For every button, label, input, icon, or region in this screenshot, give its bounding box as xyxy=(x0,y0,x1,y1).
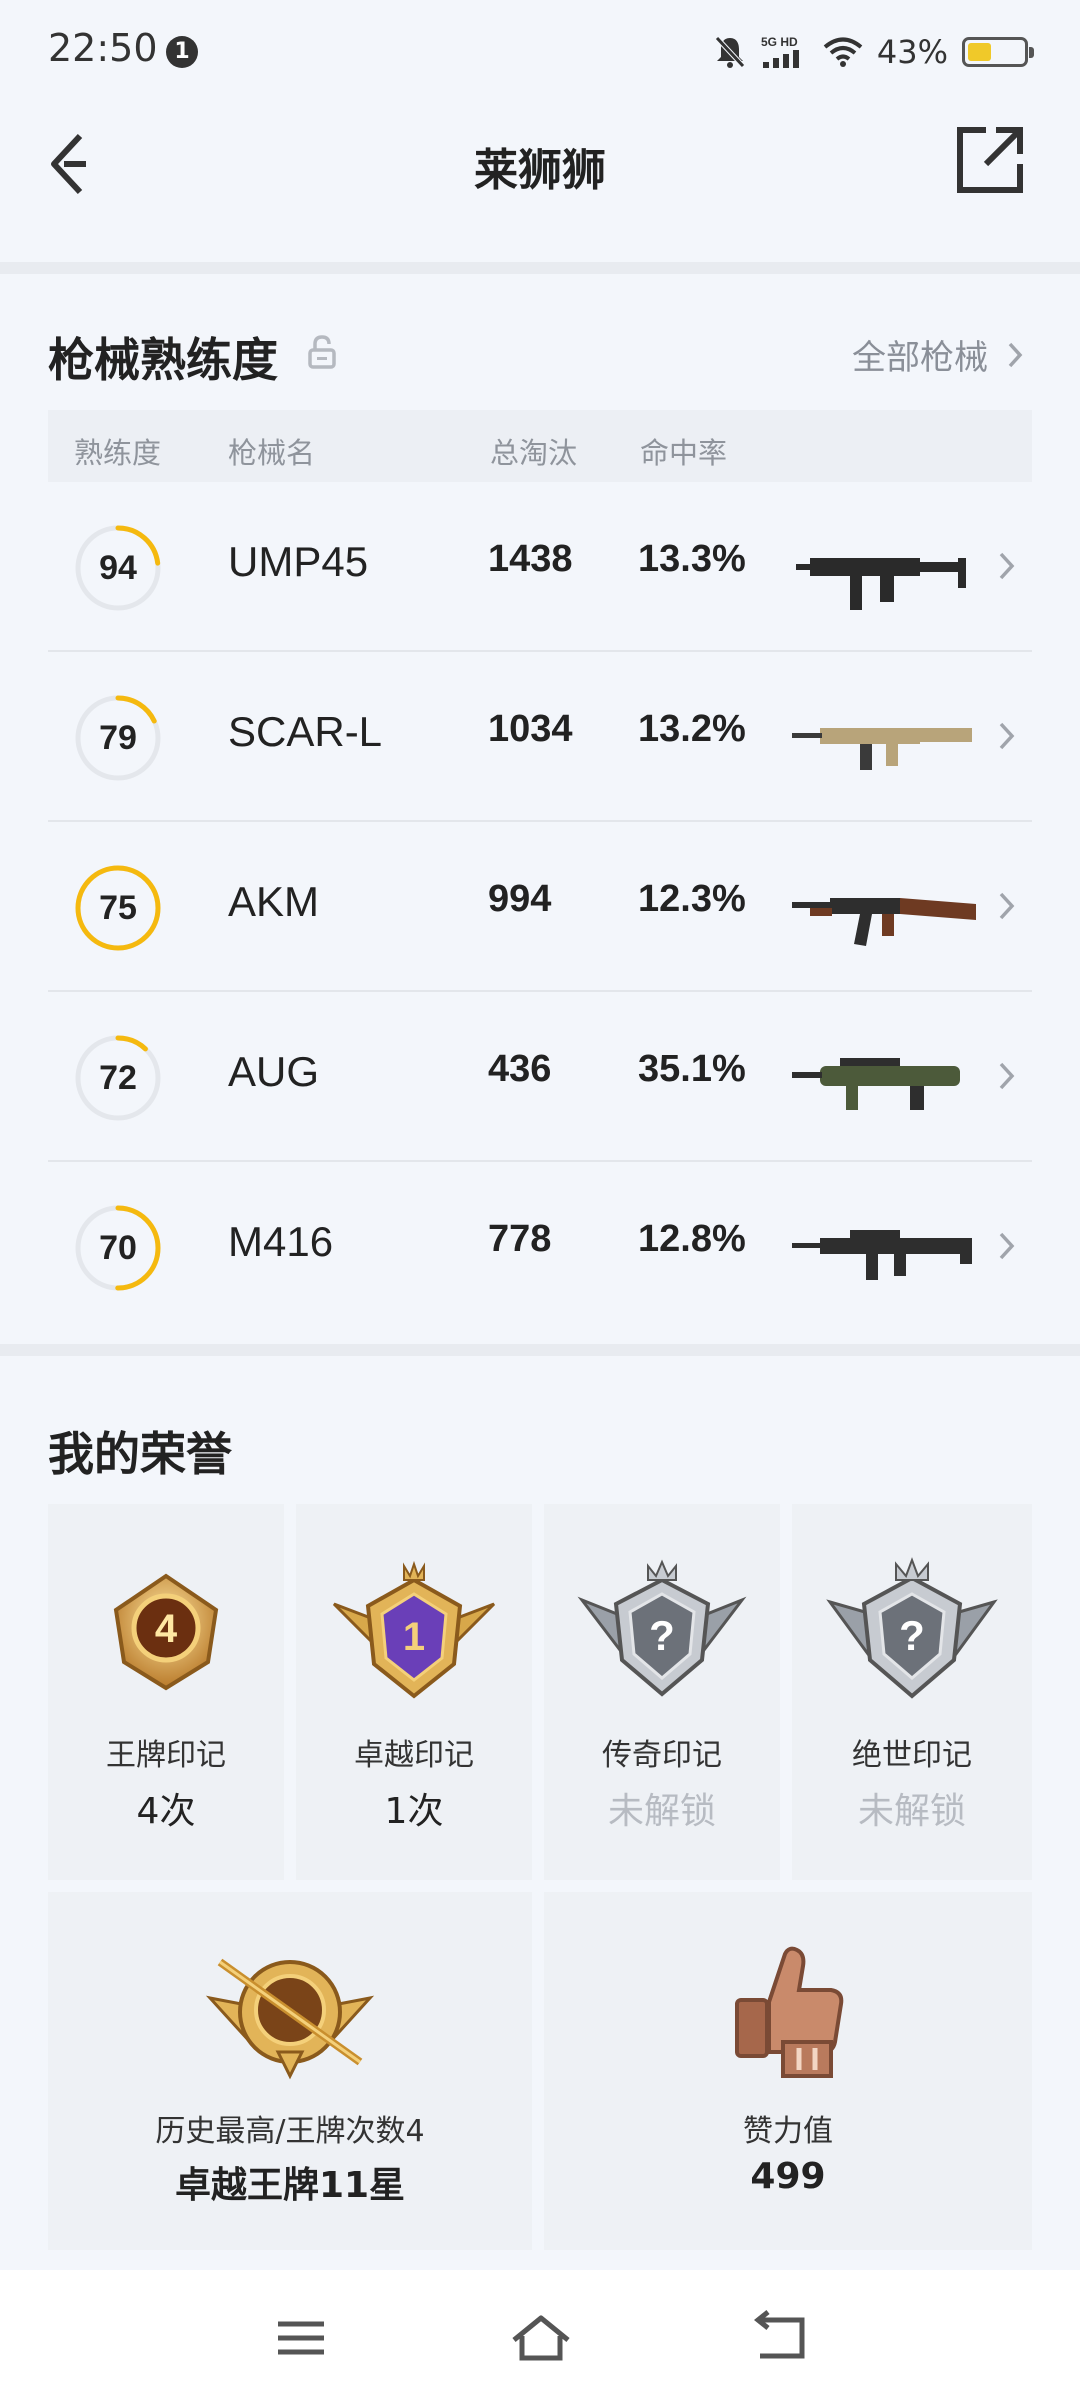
honor-card-elite[interactable]: 1 卓越印记 1次 xyxy=(296,1504,532,1880)
chevron-right-icon xyxy=(999,1062,1015,1090)
honor-value: 4次 xyxy=(136,1791,196,1832)
status-time: 22:50 xyxy=(48,26,158,70)
header: 莱狮狮 xyxy=(0,100,1080,260)
honor-name: 王牌印记 xyxy=(106,1738,226,1773)
akm-gun-icon xyxy=(792,898,976,946)
chevron-right-icon xyxy=(999,892,1015,920)
honor-card-effort[interactable]: 赞力值 499 xyxy=(544,1892,1032,2250)
thumbs-up-icon xyxy=(735,1946,844,2078)
supreme-badge-locked-icon: ? xyxy=(826,1557,998,1699)
status-bar: 22:50 1 5G HD 43% xyxy=(0,0,1080,100)
proficiency-value: 70 xyxy=(99,1229,137,1267)
weapon-row[interactable]: 75 AKM 994 12.3% xyxy=(48,822,1032,992)
weapon-total-kills: 994 xyxy=(488,878,552,920)
battery-percent: 43% xyxy=(876,33,948,71)
ace-badge-icon: 4 xyxy=(113,1573,219,1691)
honor-value: 未解锁 xyxy=(857,1791,966,1832)
weapon-total-kills: 778 xyxy=(488,1218,552,1260)
aug-gun-icon xyxy=(792,1058,960,1110)
weapon-total-kills: 436 xyxy=(488,1048,552,1090)
system-nav-bar xyxy=(0,2270,1080,2400)
weapon-hit-rate: 13.3% xyxy=(638,538,746,580)
ace-rank-crest-icon xyxy=(205,1958,375,2080)
section-title: 我的荣誉 xyxy=(48,1427,232,1481)
legend-badge-mark: ? xyxy=(649,1612,675,1659)
column-total-kills: 总淘汰 xyxy=(490,436,578,470)
ace-badge-number: 4 xyxy=(155,1607,178,1651)
proficiency-value: 94 xyxy=(99,549,137,587)
honor-value: 499 xyxy=(750,2156,826,2197)
weapon-hit-rate: 35.1% xyxy=(638,1048,746,1090)
notification-count-icon: 1 xyxy=(166,36,198,68)
section-divider xyxy=(0,1344,1080,1356)
elite-badge-number: 1 xyxy=(403,1615,425,1659)
page-title: 莱狮狮 xyxy=(474,145,606,196)
honor-card-history-best[interactable]: 历史最高/王牌次数4 卓越王牌11星 xyxy=(48,1892,532,2250)
weapon-name: UMP45 xyxy=(228,538,369,585)
weapon-row[interactable]: 70 M416 778 12.8% xyxy=(48,1162,1032,1332)
weapon-hit-rate: 12.8% xyxy=(638,1218,746,1260)
proficiency-value: 79 xyxy=(99,719,137,757)
weapon-proficiency-section: 枪械熟练度 全部枪械 熟练度 枪械名 总淘汰 命中率 94 UMP45 1438 13… xyxy=(0,274,1080,1344)
status-icons: 5G HD 43% xyxy=(713,28,1034,76)
column-weapon-name: 枪械名 xyxy=(228,436,316,470)
column-proficiency: 熟练度 xyxy=(74,436,162,470)
honor-name: 赞力值 xyxy=(743,2114,833,2149)
weapon-total-kills: 1034 xyxy=(488,708,573,750)
weapon-total-kills: 1438 xyxy=(488,538,573,580)
legend-badge-locked-icon: ? xyxy=(577,1559,747,1697)
network-label: 5G HD xyxy=(761,35,798,49)
chevron-right-icon xyxy=(999,552,1015,580)
table-header: 熟练度 枪械名 总淘汰 命中率 xyxy=(48,410,1032,482)
scar-l-gun-icon xyxy=(792,728,972,770)
signal-icon: 5G HD xyxy=(761,35,799,68)
proficiency-value: 72 xyxy=(99,1059,137,1097)
weapon-hit-rate: 12.3% xyxy=(638,878,746,920)
honor-card-ace[interactable]: 4 王牌印记 4次 xyxy=(48,1504,284,1880)
all-weapons-label: 全部枪械 xyxy=(852,338,988,378)
honor-section: 我的荣誉 4 王牌印记 4次 1 卓越印记 1次 ? 传奇印记 未解锁 ? 绝世… xyxy=(0,1356,1080,2270)
lock-icon[interactable] xyxy=(306,334,338,370)
section-title: 枪械熟练度 xyxy=(48,333,278,387)
honor-name: 传奇印记 xyxy=(602,1738,722,1773)
honor-card-legend[interactable]: ? 传奇印记 未解锁 xyxy=(544,1504,780,1880)
all-weapons-link[interactable]: 全部枪械 xyxy=(852,330,1024,379)
weapon-row[interactable]: 94 UMP45 1438 13.3% xyxy=(48,482,1032,652)
column-hit-rate: 命中率 xyxy=(640,436,728,470)
home-icon[interactable] xyxy=(506,2310,576,2366)
elite-badge-icon: 1 xyxy=(332,1560,496,1699)
section-divider xyxy=(0,262,1080,274)
honor-value: 卓越王牌11星 xyxy=(174,2165,406,2206)
back-icon[interactable] xyxy=(746,2310,816,2366)
share-icon[interactable] xyxy=(952,122,1028,198)
battery-icon xyxy=(962,37,1034,67)
honor-name: 历史最高/王牌次数4 xyxy=(155,2114,425,2149)
honor-name: 卓越印记 xyxy=(354,1738,474,1773)
supreme-badge-mark: ? xyxy=(899,1612,925,1659)
weapon-name: AUG xyxy=(228,1048,320,1095)
honor-value: 1次 xyxy=(384,1791,444,1832)
honor-name: 绝世印记 xyxy=(852,1738,972,1773)
chevron-right-icon xyxy=(1008,342,1023,367)
weapon-hit-rate: 13.2% xyxy=(638,708,746,750)
wifi-icon xyxy=(823,37,863,67)
weapon-name: SCAR-L xyxy=(228,708,383,755)
weapon-row[interactable]: 72 AUG 436 35.1% xyxy=(48,992,1032,1162)
menu-icon[interactable] xyxy=(266,2310,336,2366)
chevron-right-icon xyxy=(999,1232,1015,1260)
weapon-row[interactable]: 79 SCAR-L 1034 13.2% xyxy=(48,652,1032,822)
m416-gun-icon xyxy=(792,1230,972,1280)
ump45-gun-icon xyxy=(796,558,966,610)
weapon-name: M416 xyxy=(228,1218,334,1265)
honor-value: 未解锁 xyxy=(607,1791,716,1832)
chevron-right-icon xyxy=(999,722,1015,750)
weapon-name: AKM xyxy=(228,878,320,925)
proficiency-value: 75 xyxy=(99,889,137,927)
honor-card-supreme[interactable]: ? 绝世印记 未解锁 xyxy=(792,1504,1032,1880)
mute-bell-icon xyxy=(715,36,745,68)
